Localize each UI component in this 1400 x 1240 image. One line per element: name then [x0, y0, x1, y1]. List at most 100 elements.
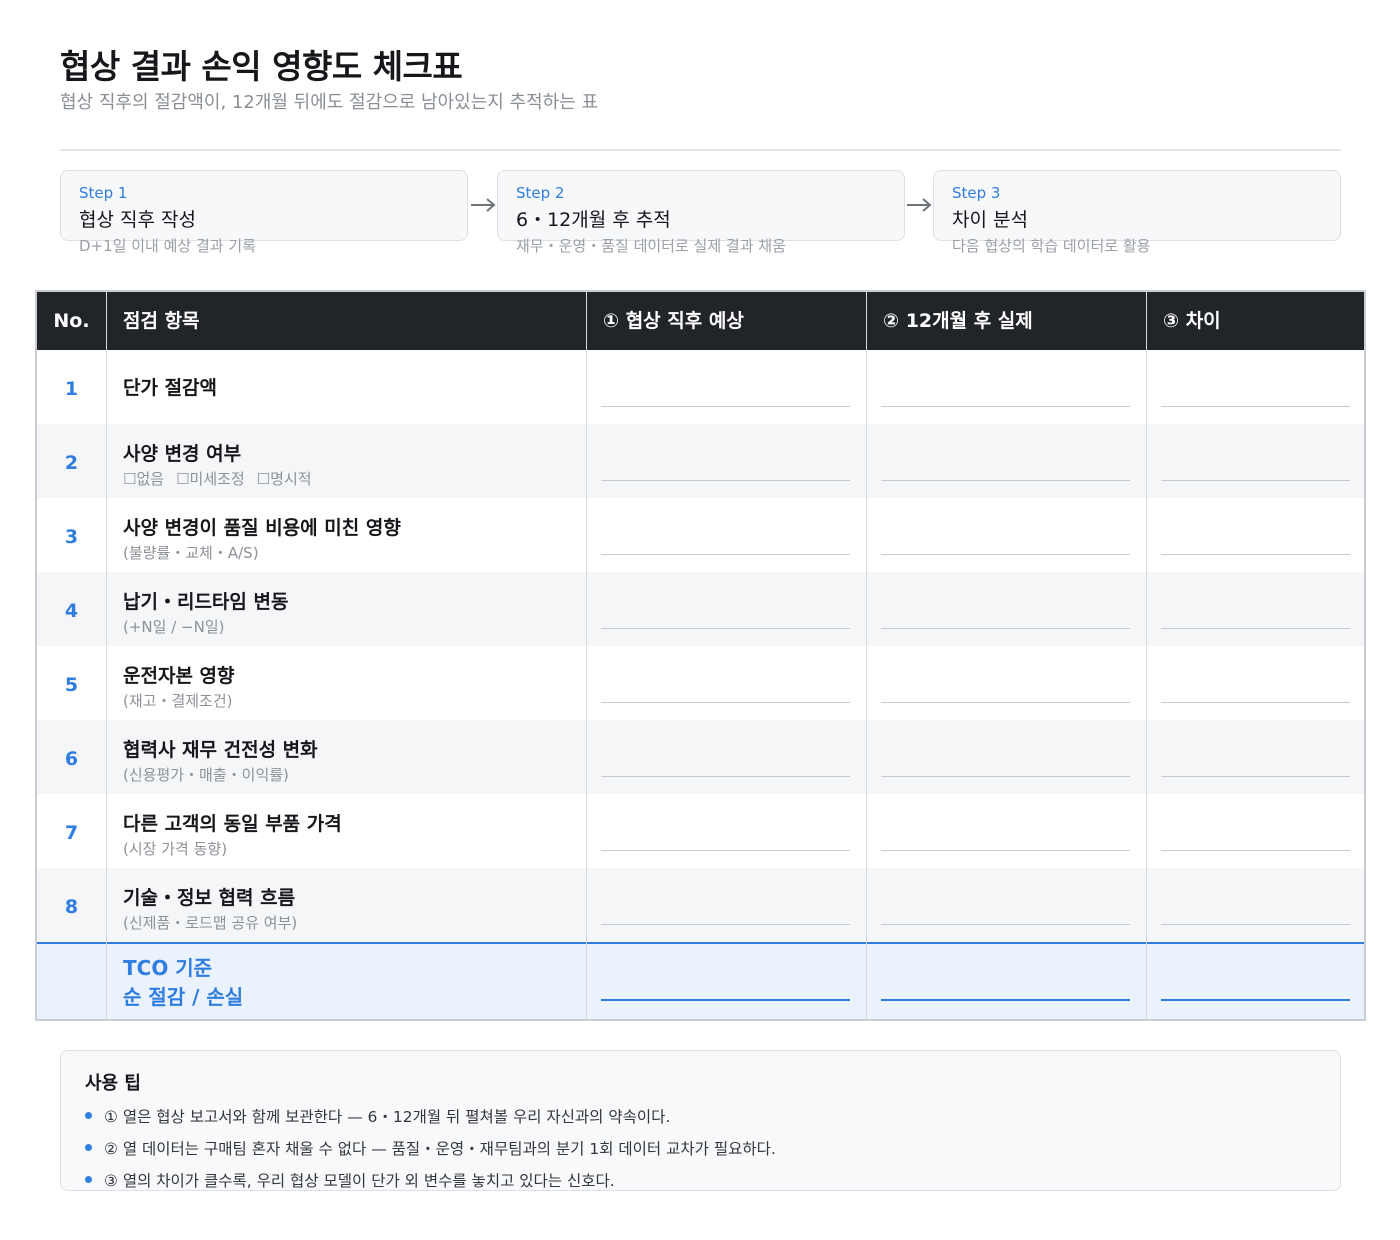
column-divider — [866, 292, 867, 1019]
difference-input-line[interactable] — [1161, 480, 1350, 481]
checkbox-label: 없음 — [136, 470, 165, 488]
table-row: 4 납기・리드타임 변동 (+N일 / −N일) — [37, 572, 1364, 646]
expected-input-line[interactable] — [601, 702, 850, 703]
row-number: 1 — [64, 378, 79, 400]
check-item-label: 협력사 재무 건전성 변화 — [123, 739, 318, 761]
header-item: 점검 항목 — [123, 310, 200, 332]
step-label: Step 2 — [516, 184, 565, 202]
step-desc: 다음 협상의 학습 데이터로 활용 — [952, 237, 1151, 255]
difference-input-line[interactable] — [1161, 554, 1350, 555]
total-label-line1: TCO 기준 — [123, 956, 213, 980]
expected-input-line[interactable] — [601, 480, 850, 481]
step-title: 6・12개월 후 추적 — [516, 209, 671, 231]
checkbox-option[interactable]: ☐없음 — [123, 470, 164, 488]
page-subtitle: 협상 직후의 절감액이, 12개월 뒤에도 절감으로 남아있는지 추적하는 표 — [60, 92, 599, 113]
arrow-right-icon — [907, 198, 932, 212]
total-actual-field[interactable] — [881, 999, 1130, 1001]
table-header: No. 점검 항목 ① 협상 직후 예상 ② 12개월 후 실제 ③ 차이 — [37, 292, 1364, 350]
bullet-dot-icon — [85, 1144, 92, 1151]
check-item-note: (신제품・로드맵 공유 여부) — [123, 914, 298, 932]
expected-input-line[interactable] — [601, 924, 850, 925]
checkbox-label: 명시적 — [270, 470, 312, 488]
actual-input-line[interactable] — [881, 924, 1130, 925]
header-difference: ③ 차이 — [1163, 310, 1221, 332]
check-item-label: 납기・리드타임 변동 — [123, 591, 289, 613]
tips-heading: 사용 팁 — [85, 1073, 141, 1094]
checkbox-option[interactable]: ☐미세조정 — [176, 470, 245, 488]
checklist-table: No. 점검 항목 ① 협상 직후 예상 ② 12개월 후 실제 ③ 차이 1 단… — [35, 290, 1366, 1021]
checkbox-icon[interactable]: ☐ — [176, 470, 189, 488]
tip-item: ① 열은 협상 보고서와 함께 보관한다 — 6・12개월 뒤 펼쳐볼 우리 자… — [85, 1105, 670, 1127]
step-desc: D+1일 이내 예상 결과 기록 — [79, 237, 256, 255]
difference-input-line[interactable] — [1161, 776, 1350, 777]
difference-input-line[interactable] — [1161, 850, 1350, 851]
expected-input-line[interactable] — [601, 406, 850, 407]
difference-input-line[interactable] — [1161, 628, 1350, 629]
divider — [60, 149, 1341, 151]
process-steps: Step 1 협상 직후 작성 D+1일 이내 예상 결과 기록 Step 2 … — [60, 170, 1341, 260]
checkbox-icon[interactable]: ☐ — [123, 470, 136, 488]
table-row: 1 단가 절감액 — [37, 350, 1364, 424]
check-item-label: 다른 고객의 동일 부품 가격 — [123, 813, 342, 835]
check-item-label: 단가 절감액 — [123, 377, 218, 399]
total-expected-field[interactable] — [601, 999, 850, 1001]
difference-input-line[interactable] — [1161, 702, 1350, 703]
actual-input-line[interactable] — [881, 850, 1130, 851]
header-actual: ② 12개월 후 실제 — [883, 310, 1033, 332]
actual-input-line[interactable] — [881, 554, 1130, 555]
usage-tips: 사용 팁 ① 열은 협상 보고서와 함께 보관한다 — 6・12개월 뒤 펼쳐볼… — [60, 1050, 1341, 1191]
check-item-label: 기술・정보 협력 흐름 — [123, 887, 296, 909]
row-number: 6 — [64, 748, 79, 770]
column-divider — [106, 292, 107, 1019]
table-row: 2 사양 변경 여부 ☐없음 ☐미세조정 ☐명시적 — [37, 424, 1364, 498]
step-title: 차이 분석 — [952, 209, 1028, 231]
spec-change-options: ☐없음 ☐미세조정 ☐명시적 — [123, 468, 324, 489]
page-title: 협상 결과 손익 영향도 체크표 — [60, 47, 463, 86]
table-row: 5 운전자본 영향 (재고・결제조건) — [37, 646, 1364, 720]
expected-input-line[interactable] — [601, 850, 850, 851]
table-row: 6 협력사 재무 건전성 변화 (신용평가・매출・이익률) — [37, 720, 1364, 794]
step-label: Step 1 — [79, 184, 128, 202]
step-desc: 재무・운영・품질 데이터로 실제 결과 채움 — [516, 237, 786, 255]
tip-text: ① 열은 협상 보고서와 함께 보관한다 — 6・12개월 뒤 펼쳐볼 우리 자… — [104, 1108, 671, 1126]
bullet-dot-icon — [85, 1176, 92, 1183]
total-row: TCO 기준 순 절감 / 손실 — [37, 942, 1364, 1019]
step-card-2: Step 2 6・12개월 후 추적 재무・운영・품질 데이터로 실제 결과 채… — [497, 170, 905, 255]
checkbox-icon[interactable]: ☐ — [257, 470, 270, 488]
row-number: 5 — [64, 674, 79, 696]
header-expected: ① 협상 직후 예상 — [603, 310, 744, 332]
step-title: 협상 직후 작성 — [79, 209, 196, 231]
arrow-right-icon — [471, 198, 496, 212]
expected-input-line[interactable] — [601, 776, 850, 777]
check-item-note: (+N일 / −N일) — [123, 618, 225, 636]
expected-input-line[interactable] — [601, 628, 850, 629]
actual-input-line[interactable] — [881, 480, 1130, 481]
actual-input-line[interactable] — [881, 776, 1130, 777]
tip-item: ② 열 데이터는 구매팀 혼자 채울 수 없다 — 품질・운영・재무팀과의 분기… — [85, 1137, 776, 1159]
actual-input-line[interactable] — [881, 702, 1130, 703]
actual-input-line[interactable] — [881, 406, 1130, 407]
row-number: 2 — [64, 452, 79, 474]
tip-item: ③ 열의 차이가 클수록, 우리 협상 모델이 단가 외 변수를 놓치고 있다는… — [85, 1169, 615, 1191]
check-item-label: 사양 변경이 품질 비용에 미친 영향 — [123, 517, 401, 539]
difference-input-line[interactable] — [1161, 924, 1350, 925]
checkbox-label: 미세조정 — [189, 470, 245, 488]
tip-text: ③ 열의 차이가 클수록, 우리 협상 모델이 단가 외 변수를 놓치고 있다는… — [104, 1172, 615, 1190]
header-no: No. — [53, 310, 90, 332]
step-card-3: Step 3 차이 분석 다음 협상의 학습 데이터로 활용 — [933, 170, 1341, 255]
check-item-note: (신용평가・매출・이익률) — [123, 766, 289, 784]
table-row: 8 기술・정보 협력 흐름 (신제품・로드맵 공유 여부) — [37, 868, 1364, 942]
bullet-dot-icon — [85, 1112, 92, 1119]
actual-input-line[interactable] — [881, 628, 1130, 629]
expected-input-line[interactable] — [601, 554, 850, 555]
total-difference-field[interactable] — [1161, 999, 1350, 1001]
tip-text: ② 열 데이터는 구매팀 혼자 채울 수 없다 — 품질・운영・재무팀과의 분기… — [104, 1140, 776, 1158]
table-row: 3 사양 변경이 품질 비용에 미친 영향 (불량률・교체・A/S) — [37, 498, 1364, 572]
check-item-note: (재고・결제조건) — [123, 692, 233, 710]
total-label-line2: 순 절감 / 손실 — [123, 985, 244, 1009]
step-card-1: Step 1 협상 직후 작성 D+1일 이내 예상 결과 기록 — [60, 170, 468, 255]
step-label: Step 3 — [952, 184, 1001, 202]
column-divider — [1146, 292, 1147, 1019]
difference-input-line[interactable] — [1161, 406, 1350, 407]
checkbox-option[interactable]: ☐명시적 — [257, 470, 312, 488]
